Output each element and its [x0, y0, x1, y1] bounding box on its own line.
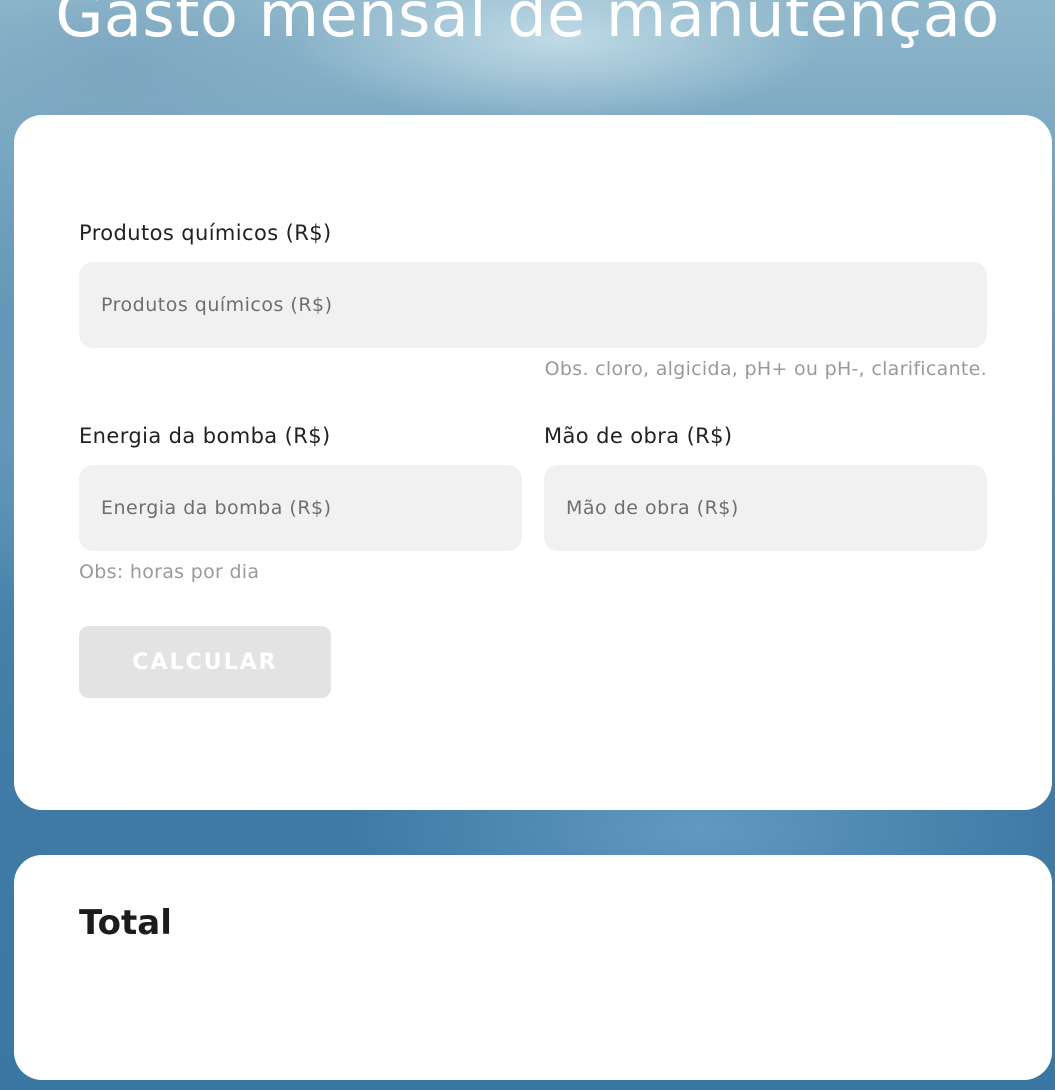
page-title: Gasto mensal de manutenção — [55, 0, 1000, 51]
calculator-form-card: Produtos químicos (R$) Obs. cloro, algic… — [14, 115, 1052, 810]
chemicals-input[interactable] — [79, 262, 987, 348]
pump-energy-label: Energia da bomba (R$) — [79, 424, 331, 448]
labor-input[interactable] — [544, 465, 987, 551]
chemicals-hint: Obs. cloro, algicida, pH+ ou pH-, clarif… — [544, 358, 987, 380]
total-heading: Total — [79, 903, 172, 943]
calculate-button[interactable]: CALCULAR — [79, 626, 331, 698]
chemicals-label: Produtos químicos (R$) — [79, 221, 332, 245]
total-result-card: Total — [14, 855, 1052, 1080]
labor-label: Mão de obra (R$) — [544, 424, 733, 448]
pump-energy-hint: Obs: horas por dia — [79, 561, 260, 583]
pump-energy-input[interactable] — [79, 465, 522, 551]
